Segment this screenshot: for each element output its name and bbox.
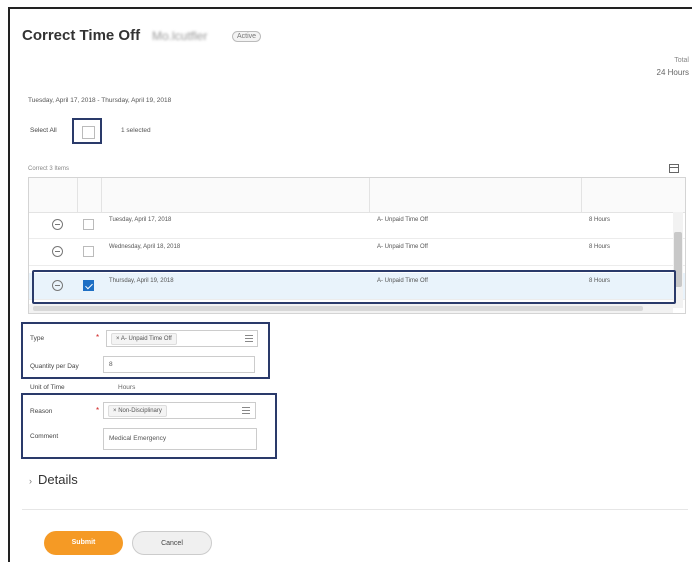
remove-pill-icon[interactable]: × [116, 336, 120, 342]
horizontal-scrollbar[interactable] [29, 304, 673, 313]
type-value: A- Unpaid Time Off [120, 336, 172, 342]
required-marker: * [96, 406, 100, 415]
unit-of-time-label: Unit of Time [30, 384, 65, 391]
table-view-icon[interactable] [669, 164, 679, 173]
prompt-list-icon[interactable] [245, 335, 253, 342]
details-toggle[interactable]: Details [38, 472, 78, 487]
required-marker: * [96, 333, 100, 342]
row-quantity: 8 Hours [589, 244, 611, 250]
correct-items-label: Correct 3 Items [28, 166, 70, 172]
remove-pill-icon[interactable]: × [113, 408, 117, 414]
status-badge: Active [232, 31, 262, 42]
grid-header [29, 178, 685, 213]
table-row[interactable]: Wednesday, April 18, 2018 A- Unpaid Time… [29, 239, 685, 266]
date-range: Tuesday, April 17, 2018 - Thursday, Apri… [28, 97, 172, 104]
prompt-list-icon[interactable] [242, 407, 250, 414]
grid-col-divider [369, 178, 370, 212]
grid-col-divider [77, 178, 78, 212]
selected-row-highlight [32, 270, 676, 304]
remove-row-icon[interactable] [52, 219, 63, 230]
page-title: Correct Time Off [22, 27, 141, 44]
total-label: Total [674, 57, 689, 64]
row-quantity: 8 Hours [589, 217, 611, 223]
selected-count: 1 selected [121, 127, 151, 134]
row-type: A- Unpaid Time Off [377, 244, 428, 250]
select-all-highlight [72, 118, 102, 144]
select-all-label: Select All [30, 127, 57, 134]
worker-name[interactable]: Mo.lcutfler [152, 29, 207, 43]
remove-row-icon[interactable] [52, 246, 63, 257]
row-checkbox[interactable] [83, 246, 94, 257]
submit-button[interactable]: Submit [44, 531, 123, 555]
horizontal-scroll-thumb[interactable] [33, 306, 643, 311]
grid-col-divider [101, 178, 102, 212]
comment-input[interactable]: Medical Emergency [103, 428, 257, 450]
row-type: A- Unpaid Time Off [377, 217, 428, 223]
row-date: Wednesday, April 18, 2018 [109, 244, 181, 250]
row-checkbox[interactable] [83, 219, 94, 230]
reason-label: Reason [30, 408, 53, 415]
table-row[interactable]: Tuesday, April 17, 2018 A- Unpaid Time O… [29, 212, 685, 239]
quantity-label: Quantity per Day [30, 363, 79, 370]
total-value: 24 Hours [656, 68, 689, 77]
reason-pill: × Non-Disciplinary [108, 405, 167, 417]
type-label: Type [30, 335, 45, 342]
type-field[interactable]: × A- Unpaid Time Off [106, 330, 258, 347]
reason-field[interactable]: × Non-Disciplinary [103, 402, 256, 419]
comment-label: Comment [30, 433, 59, 440]
quantity-input[interactable]: 8 [103, 356, 255, 373]
cancel-button[interactable]: Cancel [132, 531, 212, 555]
select-all-checkbox[interactable] [82, 126, 95, 139]
grid-col-divider [581, 178, 582, 212]
chevron-right-icon[interactable]: › [29, 476, 32, 486]
divider [22, 509, 688, 510]
reason-value: Non-Disciplinary [118, 408, 162, 414]
row-date: Tuesday, April 17, 2018 [109, 217, 172, 223]
unit-of-time-value: Hours [118, 384, 136, 391]
type-pill: × A- Unpaid Time Off [111, 333, 177, 345]
